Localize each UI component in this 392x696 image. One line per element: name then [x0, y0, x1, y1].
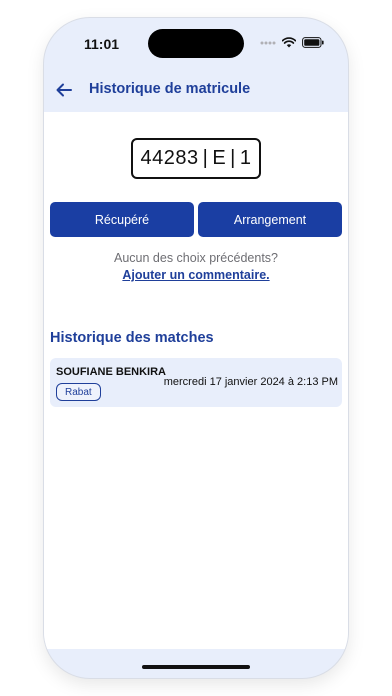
dynamic-island: [148, 29, 244, 58]
plate-letter: E: [212, 147, 227, 169]
match-date: mercredi 17 janvier 2024 à 2:13 PM: [163, 376, 338, 388]
license-plate: 44283 | E | 1: [131, 138, 261, 179]
add-comment-link[interactable]: Ajouter un commentaire.: [44, 268, 348, 282]
status-icons: [260, 37, 324, 48]
plate-separator: |: [230, 147, 236, 169]
wifi-icon: [282, 37, 296, 48]
plate-separator: |: [202, 147, 209, 169]
status-bar: 11:01: [44, 18, 348, 70]
no-choice-hint: Aucun des choix précédents?: [114, 251, 278, 265]
page-title: Historique de matricule: [89, 81, 251, 97]
section-title: Historique des matches: [50, 330, 214, 346]
main-content: 44283 | E | 1 Récupéré Arrangement Aucun…: [44, 112, 348, 649]
battery-icon: [302, 37, 324, 48]
home-indicator: [142, 665, 250, 669]
back-arrow-icon[interactable]: [53, 79, 75, 101]
phone-frame: 11:01 Historique de matricule 44283 | E …: [44, 18, 348, 678]
recovered-button[interactable]: Récupéré: [50, 202, 194, 237]
city-tag: Rabat: [56, 383, 101, 401]
plate-region: 1: [239, 147, 252, 169]
signal-icon: [260, 40, 276, 46]
navigation-bar: Historique de matricule: [44, 70, 348, 110]
arrangement-button[interactable]: Arrangement: [198, 202, 342, 237]
plate-number: 44283: [140, 147, 199, 169]
status-time: 11:01: [84, 36, 120, 52]
match-card[interactable]: SOUFIANE BENKIRA mercredi 17 janvier 202…: [50, 358, 342, 407]
match-name: SOUFIANE BENKIRA: [56, 366, 167, 378]
